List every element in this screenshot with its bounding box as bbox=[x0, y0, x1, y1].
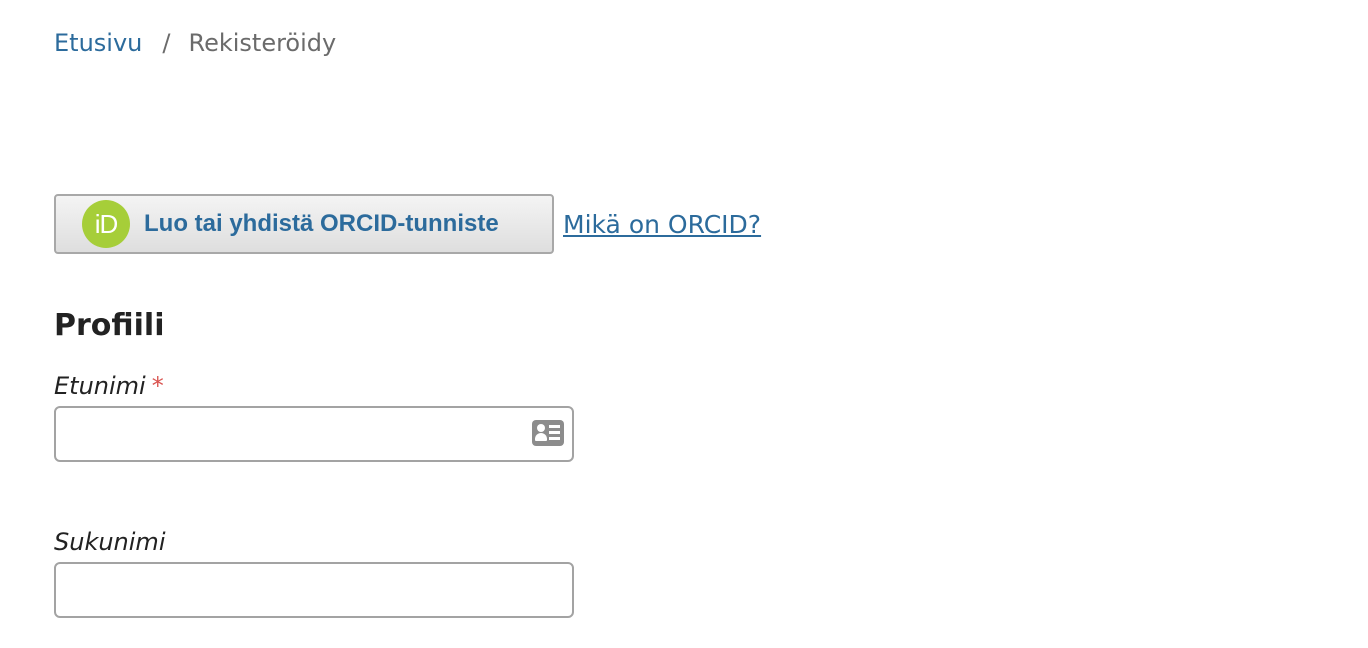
first-name-field bbox=[54, 406, 574, 462]
contact-card-head-shape bbox=[537, 424, 545, 432]
orcid-button-label: Luo tai yhdistä ORCID-tunniste bbox=[144, 210, 499, 237]
required-mark: * bbox=[151, 372, 164, 400]
contact-card-line bbox=[549, 425, 560, 428]
contact-card-icon[interactable] bbox=[532, 420, 564, 446]
last-name-field bbox=[54, 562, 574, 618]
last-name-input[interactable] bbox=[56, 564, 544, 616]
profile-section-title: Profiili bbox=[54, 308, 165, 343]
contact-card-body-shape bbox=[535, 433, 547, 441]
last-name-label: Sukunimi bbox=[54, 528, 166, 556]
contact-card-line bbox=[549, 437, 560, 440]
first-name-label: Etunimi * bbox=[54, 370, 164, 402]
breadcrumb-current: Rekisteröidy bbox=[188, 29, 337, 57]
orcid-connect-button[interactable]: iD Luo tai yhdistä ORCID-tunniste bbox=[54, 194, 554, 254]
breadcrumb: Etusivu / Rekisteröidy bbox=[54, 26, 336, 60]
breadcrumb-separator: / bbox=[162, 29, 171, 57]
orcid-help-link[interactable]: Mikä on ORCID? bbox=[563, 210, 761, 239]
contact-card-line bbox=[549, 431, 560, 434]
register-page: Etusivu / Rekisteröidy iD Luo tai yhdistä … bbox=[0, 0, 1368, 648]
first-name-input[interactable] bbox=[56, 408, 544, 460]
orcid-logo-icon: iD bbox=[82, 200, 130, 248]
orcid-row: iD Luo tai yhdistä ORCID-tunniste Mikä o… bbox=[54, 194, 761, 254]
breadcrumb-home-link[interactable]: Etusivu bbox=[54, 29, 142, 57]
first-name-label-text: Etunimi bbox=[54, 372, 146, 400]
